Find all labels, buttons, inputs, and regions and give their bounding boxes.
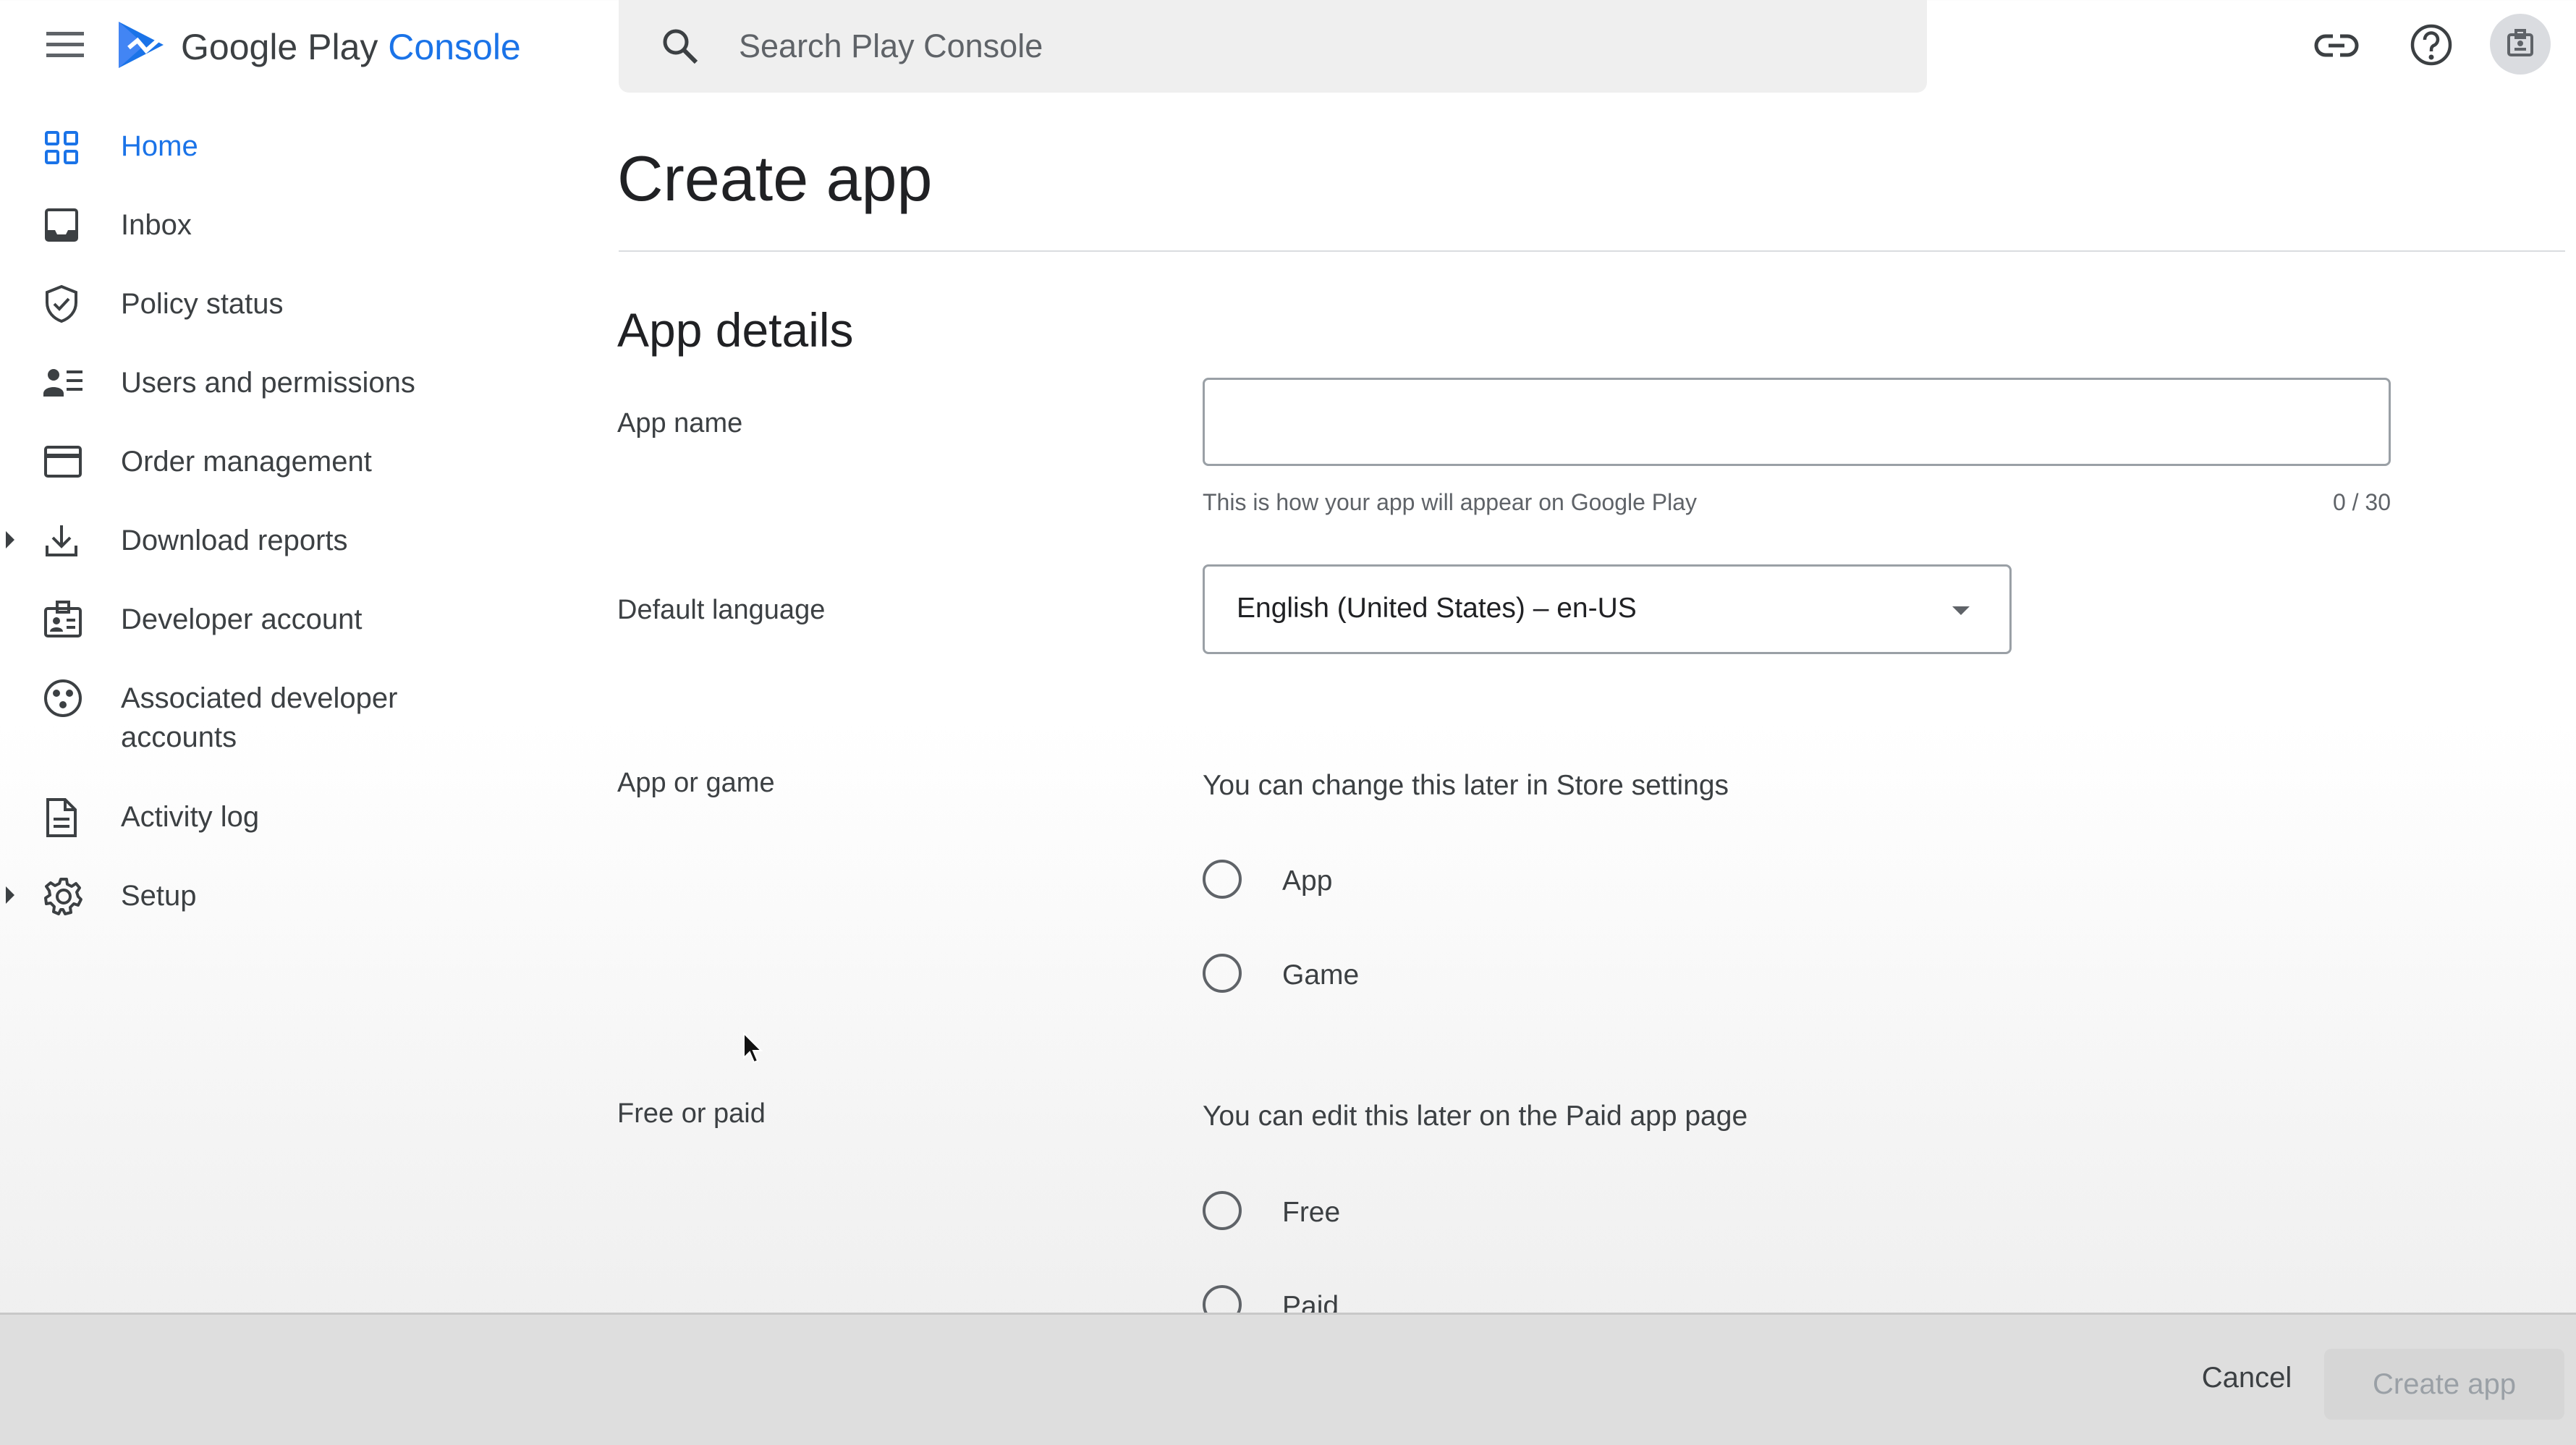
- sidebar-item-label: Activity log: [121, 801, 260, 833]
- link-icon[interactable]: [2314, 29, 2359, 62]
- app-name-character-counter: 0 / 30: [2332, 489, 2391, 515]
- sidebar-item-policy-status[interactable]: Policy status: [0, 284, 550, 357]
- sidebar-item-label-line2: accounts: [121, 721, 237, 753]
- google-play-logo-icon[interactable]: [116, 19, 166, 71]
- download-icon: [43, 522, 80, 559]
- sidebar-item-label: Order management: [121, 446, 372, 478]
- credit-card-icon: [43, 445, 82, 478]
- section-title: App details: [617, 303, 854, 357]
- page-title: Create app: [617, 143, 933, 214]
- document-icon: [43, 797, 80, 838]
- expand-arrow-icon[interactable]: [4, 530, 16, 550]
- app-name-input[interactable]: [1203, 378, 2391, 466]
- gear-icon: [43, 876, 84, 917]
- game-radio[interactable]: [1203, 954, 1242, 993]
- logo-text-main: Google Play: [181, 27, 378, 67]
- sidebar-item-label: Users and permissions: [121, 367, 415, 399]
- app-or-game-hint: You can change this later in Store setti…: [1203, 770, 1729, 801]
- help-icon[interactable]: [2410, 23, 2453, 67]
- sidebar-item-home[interactable]: Home: [0, 127, 550, 199]
- search-icon[interactable]: [660, 26, 700, 67]
- sidebar-item-activity-log[interactable]: Activity log: [0, 797, 550, 870]
- sidebar-item-order-management[interactable]: Order management: [0, 442, 550, 514]
- sidebar-item-users-and-permissions[interactable]: Users and permissions: [0, 363, 550, 436]
- default-language-value: English (United States) – en-US: [1237, 593, 1637, 624]
- app-radio[interactable]: [1203, 860, 1242, 899]
- dropdown-arrow-icon: [1950, 604, 1972, 617]
- search-input[interactable]: Search Play Console: [739, 27, 1043, 65]
- app-name-label: App name: [617, 408, 743, 438]
- free-radio[interactable]: [1203, 1191, 1242, 1230]
- free-or-paid-label: Free or paid: [617, 1098, 766, 1129]
- expand-arrow-icon[interactable]: [4, 885, 16, 905]
- sidebar-item-developer-account[interactable]: Developer account: [0, 600, 550, 672]
- game-radio-label[interactable]: Game: [1282, 959, 1359, 991]
- app-radio-label[interactable]: App: [1282, 865, 1332, 897]
- app-or-game-label: App or game: [617, 768, 775, 798]
- sidebar-item-label: Developer account: [121, 603, 363, 635]
- app-name-helper-text: This is how your app will appear on Goog…: [1203, 489, 1698, 515]
- policy-shield-icon: [43, 284, 80, 323]
- title-divider: [619, 250, 2565, 252]
- users-icon: [43, 365, 84, 401]
- default-language-select[interactable]: English (United States) – en-US: [1203, 564, 2012, 654]
- sidebar-item-download-reports[interactable]: Download reports: [0, 521, 550, 593]
- sidebar-item-label: Inbox: [121, 209, 192, 241]
- developer-account-icon: [43, 600, 82, 639]
- free-or-paid-hint: You can edit this later on the Paid app …: [1203, 1101, 1748, 1132]
- sidebar-item-inbox[interactable]: Inbox: [0, 205, 550, 278]
- inbox-icon: [43, 207, 80, 243]
- developer-account-icon[interactable]: [2489, 13, 2551, 75]
- product-name[interactable]: Google Play Console: [181, 26, 521, 68]
- sidebar-item-label: Policy status: [121, 288, 284, 320]
- sidebar-item-label: Download reports: [121, 525, 348, 556]
- sidebar-item-label: Setup: [121, 880, 197, 912]
- hamburger-menu-icon[interactable]: [45, 29, 85, 61]
- logo-text-accent: Console: [388, 27, 521, 67]
- sidebar-nav: Home Inbox Policy status Users and permi…: [0, 109, 550, 941]
- mouse-pointer-icon: [742, 1032, 764, 1065]
- sidebar-item-setup[interactable]: Setup: [0, 876, 550, 949]
- sidebar-item-label: Associated developer: [121, 682, 398, 714]
- free-radio-label[interactable]: Free: [1282, 1197, 1340, 1229]
- cancel-button[interactable]: Cancel: [2178, 1344, 2316, 1411]
- create-app-button[interactable]: Create app: [2324, 1349, 2564, 1420]
- associated-accounts-icon: [43, 679, 82, 718]
- sidebar-item-label: Home: [121, 130, 198, 162]
- sidebar-item-associated-developer-accounts[interactable]: Associated developer accounts: [0, 679, 550, 773]
- home-grid-icon: [43, 130, 80, 166]
- default-language-label: Default language: [617, 595, 826, 625]
